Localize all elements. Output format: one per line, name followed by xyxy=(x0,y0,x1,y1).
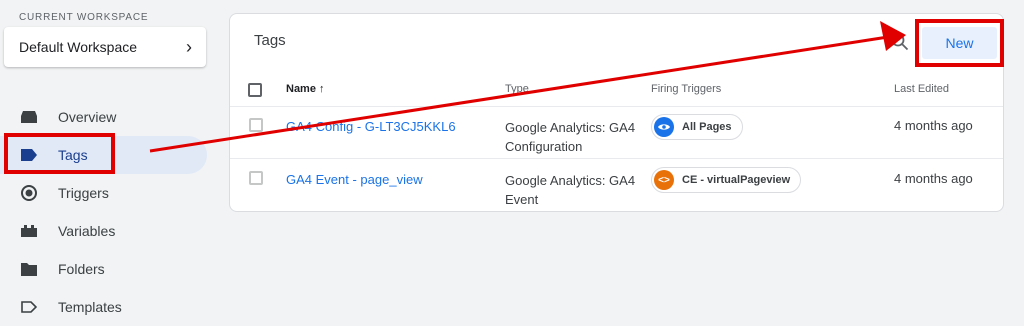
search-icon[interactable] xyxy=(891,33,909,51)
trigger-chip[interactable]: All Pages xyxy=(651,114,743,140)
tag-type-line2: Event xyxy=(505,192,539,207)
tag-type: Google Analytics: GA4 Configuration xyxy=(505,118,645,156)
table-row[interactable]: GA4 Event - page_view Google Analytics: … xyxy=(230,159,1003,211)
tag-name-link[interactable]: GA4 Event - page_view xyxy=(286,172,423,187)
row-checkbox[interactable] xyxy=(249,171,263,185)
tags-nav-highlight-box xyxy=(4,133,115,174)
sidebar-item-label: Folders xyxy=(58,261,105,277)
sidebar-item-label: Templates xyxy=(58,299,122,315)
code-icon: <> xyxy=(654,170,674,190)
tag-type: Google Analytics: GA4 Event xyxy=(505,171,645,209)
trigger-chip-label: CE - virtualPageview xyxy=(682,174,791,186)
variables-icon xyxy=(21,223,37,239)
folder-icon xyxy=(21,261,37,277)
last-edited: 4 months ago xyxy=(894,118,973,133)
new-button-highlight-box xyxy=(915,19,1004,67)
row-checkbox[interactable] xyxy=(249,118,263,132)
sidebar-item-label: Triggers xyxy=(58,185,109,201)
sidebar-item-triggers[interactable]: Triggers xyxy=(0,174,210,212)
panel-title: Tags xyxy=(254,32,286,49)
tag-type-line1: Google Analytics: GA4 xyxy=(505,120,636,135)
workspace-section-label: CURRENT WORKSPACE xyxy=(19,12,149,23)
workspace-selector[interactable]: Default Workspace › xyxy=(4,27,206,67)
column-name-label: Name xyxy=(286,83,316,95)
template-icon xyxy=(21,299,37,315)
overview-icon xyxy=(21,109,37,125)
sidebar-item-variables[interactable]: Variables xyxy=(0,212,210,250)
sort-arrow-icon: ↑ xyxy=(319,83,325,95)
sidebar-item-overview[interactable]: Overview xyxy=(0,98,210,136)
tags-panel: Tags New Name ↑ Type Firing Triggers Las… xyxy=(229,13,1004,212)
column-header-type[interactable]: Type xyxy=(505,83,529,95)
table-row[interactable]: GA4 Config - G-LT3CJ5KKL6 Google Analyti… xyxy=(230,106,1003,159)
tag-name-link[interactable]: GA4 Config - G-LT3CJ5KKL6 xyxy=(286,119,456,134)
trigger-chip-label: All Pages xyxy=(682,121,732,133)
column-header-firing-triggers: Firing Triggers xyxy=(651,83,722,95)
sidebar-item-templates[interactable]: Templates xyxy=(0,288,210,326)
sidebar-item-label: Variables xyxy=(58,223,116,239)
column-header-name[interactable]: Name ↑ xyxy=(286,83,325,95)
last-edited: 4 months ago xyxy=(894,171,973,186)
table-header: Name ↑ Type Firing Triggers Last Edited xyxy=(230,74,1003,107)
column-header-last-edited[interactable]: Last Edited xyxy=(894,83,949,95)
tag-type-line2: Configuration xyxy=(505,139,583,154)
workspace-name: Default Workspace xyxy=(19,39,138,55)
trigger-icon xyxy=(21,185,37,201)
chevron-right-icon: › xyxy=(186,36,192,57)
eye-icon xyxy=(654,117,674,137)
sidebar-item-folders[interactable]: Folders xyxy=(0,250,210,288)
trigger-chip[interactable]: <> CE - virtualPageview xyxy=(651,167,802,193)
sidebar-item-label: Overview xyxy=(58,109,117,125)
tag-type-line1: Google Analytics: GA4 xyxy=(505,173,636,188)
select-all-checkbox[interactable] xyxy=(248,83,262,97)
